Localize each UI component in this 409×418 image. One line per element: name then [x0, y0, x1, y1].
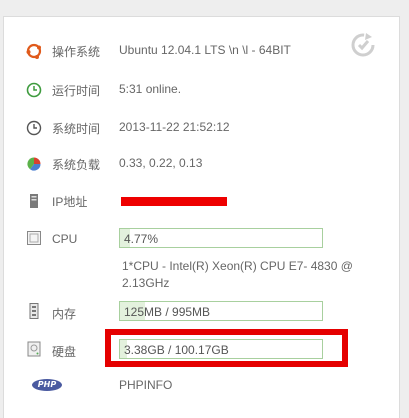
memory-usage-text: 125MB / 995MB [124, 305, 211, 319]
cpu-model-info: 1*CPU - Intel(R) Xeon(R) CPU E7- 4830 @ … [122, 259, 353, 290]
os-value: Ubuntu 12.04.1 LTS \n \l - 64BIT [119, 43, 291, 57]
cpu-icon [27, 231, 41, 245]
cpu-label: CPU [52, 232, 78, 246]
server-icon [30, 194, 38, 208]
ubuntu-icon [26, 43, 42, 59]
load-value: 0.33, 0.22, 0.13 [119, 156, 203, 170]
php-icon: PHP [32, 379, 62, 391]
disk-icon [27, 341, 41, 357]
refresh-icon[interactable] [349, 31, 377, 59]
phpinfo-link[interactable]: PHPINFO [119, 378, 172, 392]
cpu-usage-bar: 4.77% [119, 228, 323, 248]
pie-chart-icon [27, 157, 41, 171]
clock-icon [26, 82, 42, 98]
uptime-value: 5:31 online. [119, 82, 182, 96]
os-label: 操作系统 [52, 45, 101, 59]
disk-highlight-box [105, 329, 348, 367]
time-value: 2013-11-22 21:52:12 [119, 120, 230, 134]
cpu-usage-text: 4.77% [124, 232, 159, 246]
memory-usage-bar: 125MB / 995MB [119, 301, 323, 321]
ip-label: IP地址 [52, 195, 88, 209]
time-label: 系统时间 [52, 122, 101, 136]
memory-label: 内存 [52, 307, 77, 321]
ip-redaction [121, 197, 227, 206]
uptime-label: 运行时间 [52, 84, 101, 98]
memory-icon [29, 303, 39, 319]
load-label: 系统负载 [52, 158, 101, 172]
server-status-panel: 操作系统 Ubuntu 12.04.1 LTS \n \l - 64BIT 运行… [3, 16, 400, 418]
clock-icon [26, 120, 42, 136]
disk-label: 硬盘 [52, 345, 77, 359]
